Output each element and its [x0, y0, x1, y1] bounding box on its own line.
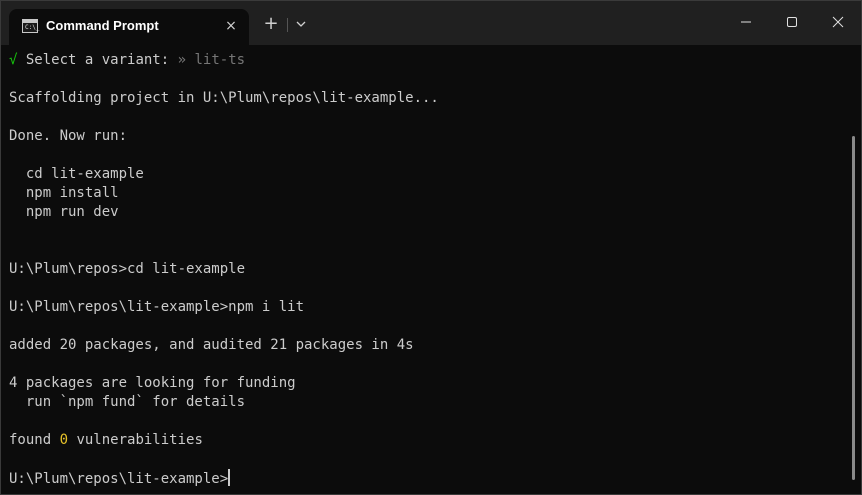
chevron-down-icon[interactable]: [292, 15, 310, 33]
check-icon: √: [9, 52, 18, 68]
tab-separator: [287, 18, 288, 32]
found-suffix: vulnerabilities: [68, 432, 203, 448]
prompt-npm-line: U:\Plum\repos\lit-example>npm i lit: [9, 299, 305, 315]
tab-command-prompt[interactable]: C:\_ Command Prompt ×: [9, 9, 249, 45]
icon-title-strip: [23, 20, 37, 23]
scrollbar[interactable]: [852, 136, 855, 480]
found-prefix: found: [9, 432, 60, 448]
instruction-install-line: npm install: [9, 185, 119, 201]
title-bar[interactable]: C:\_ Command Prompt × +: [1, 1, 861, 45]
minimize-icon[interactable]: [724, 5, 768, 39]
close-window-icon[interactable]: [816, 5, 860, 39]
current-prompt-line[interactable]: U:\Plum\repos\lit-example>: [9, 469, 847, 488]
select-value: lit-ts: [194, 52, 246, 68]
added-packages-line: added 20 packages, and audited 21 packag…: [9, 337, 414, 353]
tab-title: Command Prompt: [46, 18, 159, 33]
new-tab-icon[interactable]: +: [260, 13, 282, 35]
terminal-window: C:\_ Command Prompt × + √ Select a varia…: [0, 0, 862, 495]
instruction-dev-line: npm run dev: [9, 204, 119, 220]
scaffolding-line: Scaffolding project in U:\Plum\repos\lit…: [9, 90, 439, 106]
vulnerability-count: 0: [59, 432, 69, 448]
icon-prompt-text: C:\_: [25, 24, 40, 31]
select-arrow: »: [177, 52, 187, 68]
funding-line: 4 packages are looking for funding: [9, 375, 296, 391]
vulnerabilities-line: found 0 vulnerabilities: [9, 431, 847, 450]
select-variant-line: √ Select a variant: » lit-ts: [9, 51, 847, 70]
text-cursor: [228, 469, 231, 486]
prompt-cd-line: U:\Plum\repos>cd lit-example: [9, 261, 246, 277]
close-tab-icon[interactable]: ×: [221, 16, 241, 36]
done-line: Done. Now run:: [9, 128, 128, 144]
instruction-cd-line: cd lit-example: [9, 166, 144, 182]
terminal-output[interactable]: √ Select a variant: » lit-ts Scaffolding…: [1, 45, 847, 494]
select-label: Select a variant:: [25, 52, 170, 68]
fund-hint-line: run `npm fund` for details: [9, 394, 246, 410]
command-prompt-icon: C:\_: [22, 19, 40, 33]
current-prompt: U:\Plum\repos\lit-example>: [9, 471, 229, 487]
maximize-icon[interactable]: [770, 5, 814, 39]
